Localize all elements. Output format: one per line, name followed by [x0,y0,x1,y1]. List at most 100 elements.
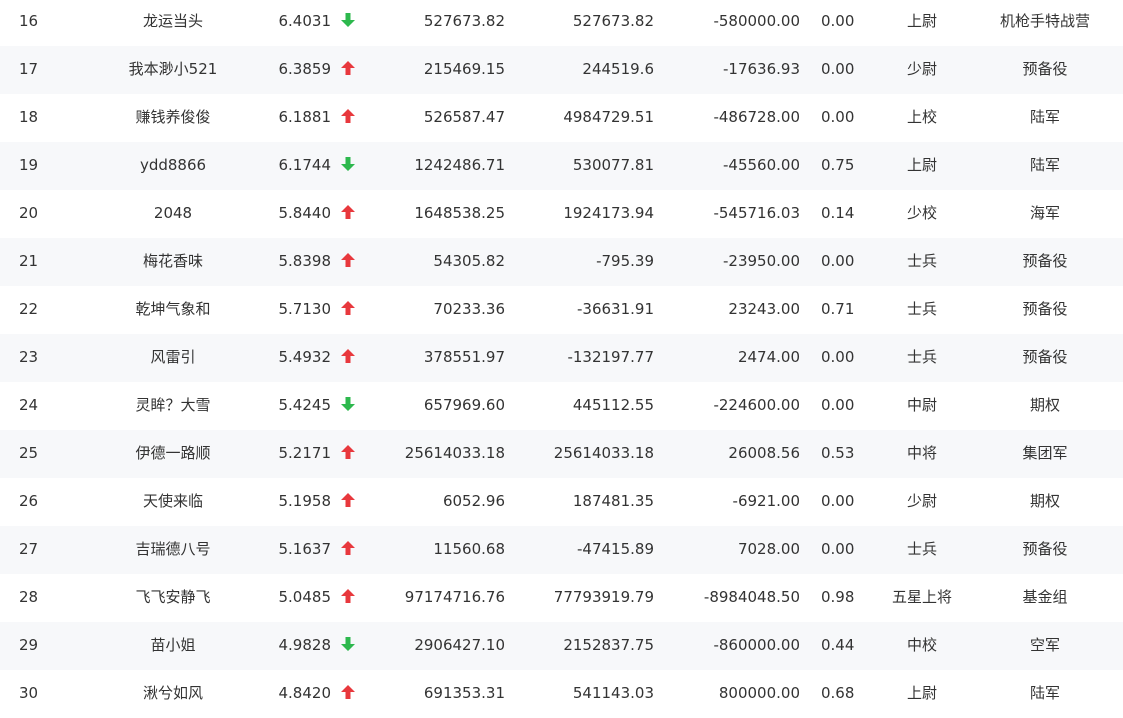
title-cell: 上尉 [906,12,937,30]
name-cell[interactable]: 灵眸？大雪 [66,382,280,430]
ratio-cell: 0.00 [821,492,855,510]
table-row[interactable]: 30 湫兮如风 4.8420 691353.31 541143.03 80000… [0,670,1123,718]
rank-cell: 27 [19,540,39,558]
name-cell[interactable]: 吉瑞德八号 [66,526,280,574]
table-row[interactable]: 27 吉瑞德八号 5.1637 11560.68 -47415.89 7028.… [0,526,1123,574]
arrow-up-icon [341,574,357,622]
arrow-up-icon [341,190,357,238]
arrow-up-icon [341,334,357,382]
rank-cell: 21 [19,252,39,270]
rank-cell: 18 [19,108,39,126]
title-cell: 士兵 [906,300,937,318]
rank-cell: 19 [19,156,39,174]
score-cell: 4.8420 [278,684,332,702]
table-row[interactable]: 21 梅花香味 5.8398 54305.82 -795.39 -23950.0… [0,238,1123,286]
value1-cell: 6052.96 [442,492,505,510]
table-row[interactable]: 20 2048 5.8440 1648538.25 1924173.94 -54… [0,190,1123,238]
value1-cell: 11560.68 [433,540,505,558]
rank-cell: 28 [19,588,39,606]
table-row[interactable]: 28 飞飞安静飞 5.0485 97174716.76 77793919.79 … [0,574,1123,622]
value3-cell: -545716.03 [713,204,800,222]
value3-cell: -860000.00 [713,636,800,654]
name-cell[interactable]: 风雷引 [66,334,280,382]
group-cell: 陆军 [1029,684,1060,702]
arrow-up-icon [341,526,357,574]
ratio-cell: 0.00 [821,540,855,558]
value1-cell: 2906427.10 [414,636,505,654]
value1-cell: 657969.60 [423,396,505,414]
score-cell: 5.4245 [278,396,332,414]
name-cell[interactable]: 飞飞安静飞 [66,574,280,622]
name-cell[interactable]: 伊德一路顺 [66,430,280,478]
group-cell: 预备役 [1022,540,1068,558]
arrow-up-icon [341,478,357,526]
rank-cell: 16 [19,12,39,30]
rank-cell: 22 [19,300,39,318]
score-cell: 5.1637 [278,540,332,558]
rank-cell: 20 [19,204,39,222]
score-cell: 6.1881 [278,108,332,126]
table-row[interactable]: 26 天使来临 5.1958 6052.96 187481.35 -6921.0… [0,478,1123,526]
group-cell: 机枪手特战营 [999,12,1090,30]
name-cell[interactable]: 苗小姐 [66,622,280,670]
score-cell: 6.3859 [278,60,332,78]
arrow-down-icon [341,142,357,190]
title-cell: 少尉 [906,492,937,510]
group-cell: 集团军 [1022,444,1068,462]
ratio-cell: 0.00 [821,396,855,414]
ratio-cell: 0.75 [821,156,855,174]
arrow-up-icon [341,430,357,478]
name-cell[interactable]: 2048 [66,190,280,238]
value2-cell: 4984729.51 [563,108,654,126]
table-row[interactable]: 24 灵眸？大雪 5.4245 657969.60 445112.55 -224… [0,382,1123,430]
value2-cell: 187481.35 [572,492,654,510]
rank-cell: 23 [19,348,39,366]
name-cell[interactable]: 天使来临 [66,478,280,526]
name-cell[interactable]: 乾坤气象和 [66,286,280,334]
table-row[interactable]: 17 我本渺小521 6.3859 215469.15 244519.6 -17… [0,46,1123,94]
ratio-cell: 0.71 [821,300,855,318]
ratio-cell: 0.00 [821,348,855,366]
value2-cell: 244519.6 [582,60,654,78]
table-row[interactable]: 22 乾坤气象和 5.7130 70233.36 -36631.91 23243… [0,286,1123,334]
table-row[interactable]: 16 龙运当头 6.4031 527673.82 527673.82 -5800… [0,0,1123,46]
arrow-down-icon [341,622,357,670]
table-row[interactable]: 25 伊德一路顺 5.2171 25614033.18 25614033.18 … [0,430,1123,478]
group-cell: 期权 [1029,396,1060,414]
name-cell[interactable]: 龙运当头 [66,0,280,46]
name-cell[interactable]: 我本渺小521 [66,46,280,94]
title-cell: 五星上将 [891,588,952,606]
ratio-cell: 0.00 [821,12,855,30]
name-cell[interactable]: ydd8866 [66,142,280,190]
rank-cell: 26 [19,492,39,510]
rank-cell: 24 [19,396,39,414]
value1-cell: 25614033.18 [404,444,505,462]
group-cell: 陆军 [1029,156,1060,174]
name-cell[interactable]: 湫兮如风 [66,670,280,718]
table-row[interactable]: 19 ydd8866 6.1744 1242486.71 530077.81 -… [0,142,1123,190]
value3-cell: 26008.56 [728,444,800,462]
value3-cell: -45560.00 [723,156,800,174]
score-cell: 5.0485 [278,588,332,606]
group-cell: 期权 [1029,492,1060,510]
value2-cell: -47415.89 [577,540,654,558]
value2-cell: 445112.55 [572,396,654,414]
name-cell[interactable]: 赚钱养俊俊 [66,94,280,142]
value1-cell: 1242486.71 [414,156,505,174]
table-row[interactable]: 29 苗小姐 4.9828 2906427.10 2152837.75 -860… [0,622,1123,670]
table-row[interactable]: 18 赚钱养俊俊 6.1881 526587.47 4984729.51 -48… [0,94,1123,142]
title-cell: 中校 [906,636,937,654]
score-cell: 5.1958 [278,492,332,510]
title-cell: 士兵 [906,540,937,558]
rank-cell: 29 [19,636,39,654]
table-row[interactable]: 23 风雷引 5.4932 378551.97 -132197.77 2474.… [0,334,1123,382]
name-cell[interactable]: 梅花香味 [66,238,280,286]
ratio-cell: 0.14 [821,204,855,222]
arrow-up-icon [341,670,357,718]
title-cell: 士兵 [906,252,937,270]
value1-cell: 526587.47 [423,108,505,126]
title-cell: 少尉 [906,60,937,78]
value3-cell: 800000.00 [718,684,800,702]
value3-cell: -17636.93 [723,60,800,78]
arrow-up-icon [341,286,357,334]
